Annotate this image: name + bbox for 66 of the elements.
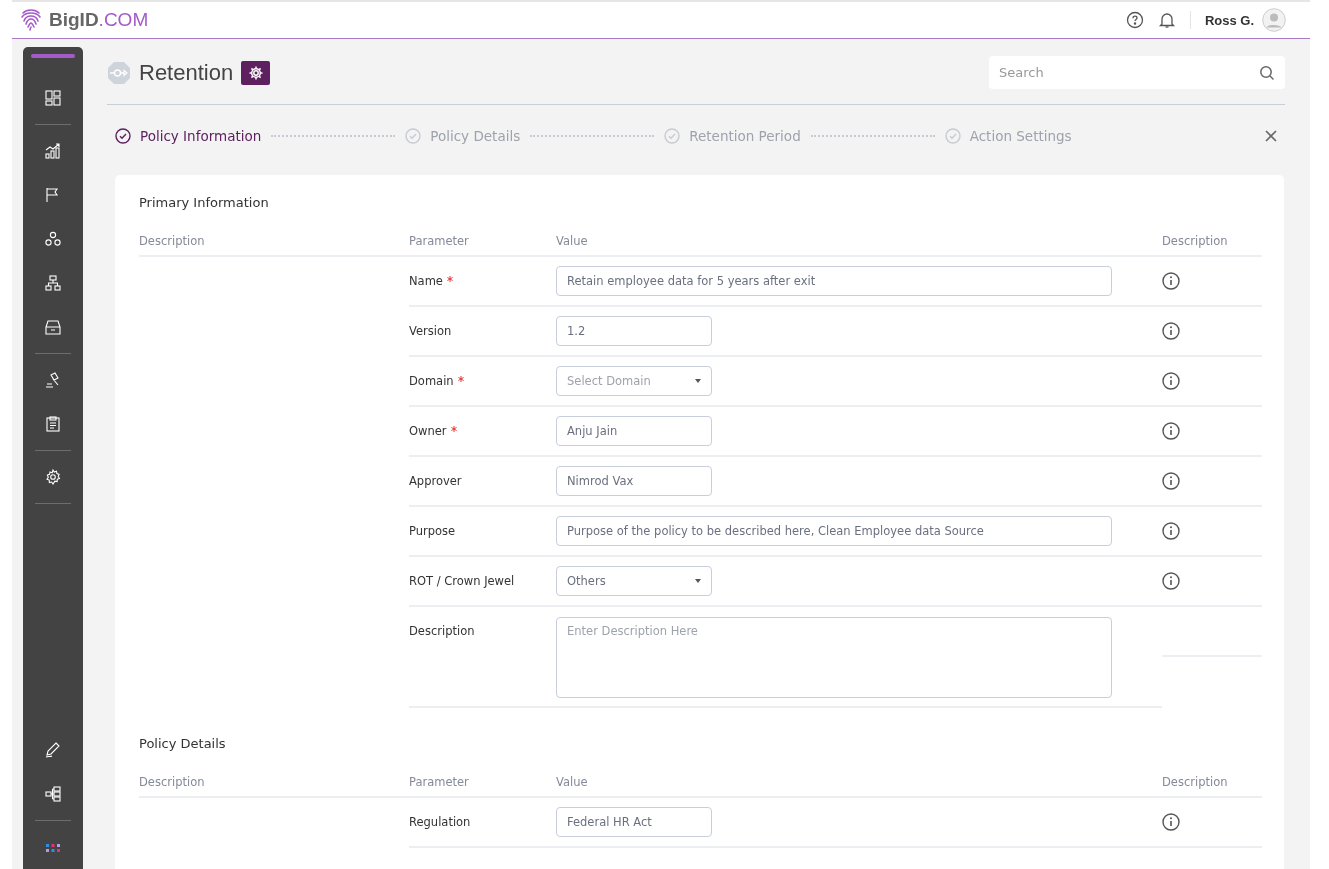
flag-icon[interactable] — [45, 187, 61, 203]
search-icon[interactable] — [1259, 65, 1275, 81]
info-icon[interactable] — [1162, 813, 1180, 831]
info-icon[interactable] — [1162, 422, 1180, 440]
field-label: Purpose — [409, 524, 456, 538]
check-circle-icon — [664, 128, 681, 144]
input-field[interactable]: Nimrod Vax — [556, 466, 712, 496]
column-header: Description — [139, 775, 409, 798]
info-icon[interactable] — [1162, 572, 1180, 590]
field-label: Version — [409, 324, 452, 338]
retention-badge-icon — [107, 60, 131, 85]
search-field[interactable]: Search — [989, 56, 1285, 89]
caret-icon — [695, 579, 701, 583]
caret-icon — [695, 379, 701, 383]
page-title: Retention — [139, 59, 234, 86]
user-name[interactable]: Ross G. — [1204, 12, 1254, 28]
column-header: Value — [556, 234, 1162, 257]
column-header: Parameter — [409, 234, 556, 257]
text-area[interactable]: Enter Description Here — [556, 617, 1112, 698]
check-circle-icon — [944, 128, 961, 144]
field-label: ROT / Crown Jewel — [409, 574, 515, 588]
info-icon[interactable] — [1162, 472, 1180, 490]
info-icon[interactable] — [1162, 372, 1180, 390]
column-header: Description — [1162, 234, 1262, 257]
section-title: Policy Details — [139, 736, 227, 751]
tree-icon[interactable] — [45, 786, 61, 802]
info-icon[interactable] — [1162, 522, 1180, 540]
field-label: Owner — [409, 424, 447, 438]
input-field[interactable]: 1.2 — [556, 316, 712, 346]
section-title: Primary Information — [139, 195, 270, 210]
input-field[interactable]: Retain employee data for 5 years after exit — [556, 266, 1112, 296]
dropdown[interactable]: Select Domain — [556, 366, 712, 396]
input-field[interactable]: Federal HR Act — [556, 807, 712, 837]
field-label: Regulation — [409, 815, 471, 829]
input-field[interactable]: Purpose of the policy to be described here, Clean Employee data Source — [556, 516, 1112, 546]
dropdown[interactable]: Others — [556, 566, 712, 596]
column-header: Value — [556, 775, 1162, 798]
fingerprint-logo-icon — [19, 8, 43, 32]
field-label: Domain — [409, 374, 454, 388]
info-icon[interactable] — [1162, 272, 1180, 290]
column-header: Description — [1162, 775, 1262, 798]
help-icon[interactable] — [1125, 11, 1144, 29]
chart-icon[interactable] — [45, 143, 61, 159]
apps-icon[interactable] — [45, 842, 61, 852]
bell-icon[interactable] — [1157, 11, 1176, 29]
column-header: Description — [139, 234, 409, 257]
logo-text: BigID.COM — [49, 9, 149, 31]
field-label: Description — [409, 624, 475, 638]
check-circle-icon — [115, 128, 131, 144]
close-icon[interactable] — [1265, 130, 1277, 142]
settings-icon[interactable] — [45, 469, 61, 485]
gear-icon — [247, 64, 264, 81]
column-header: Parameter — [409, 775, 556, 798]
dashboard-icon[interactable] — [45, 90, 61, 106]
pen-icon[interactable] — [45, 742, 61, 758]
inbox-icon[interactable] — [45, 319, 61, 335]
info-icon[interactable] — [1162, 322, 1180, 340]
clipboard-icon[interactable] — [45, 416, 61, 432]
input-field[interactable]: Anju Jain — [556, 416, 712, 446]
field-label: Name — [409, 274, 443, 288]
circles-icon[interactable] — [45, 231, 61, 247]
hierarchy-icon[interactable] — [45, 275, 61, 291]
field-label: Approver — [409, 474, 462, 488]
settings-button[interactable] — [241, 60, 271, 85]
check-circle-icon — [405, 128, 422, 144]
step-tab[interactable]: Policy Information — [115, 128, 262, 144]
